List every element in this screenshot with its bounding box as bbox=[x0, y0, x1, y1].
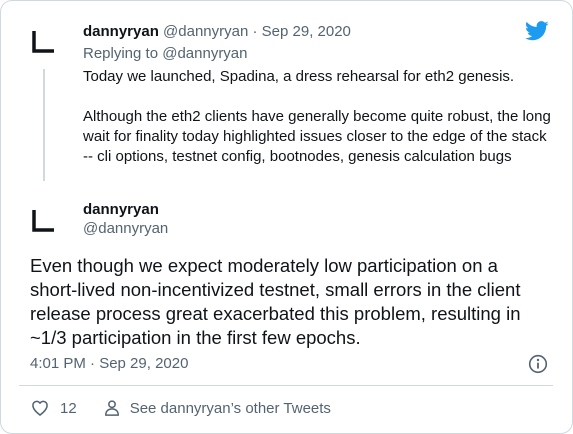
quoted-author-handle[interactable]: @dannyryan bbox=[163, 23, 248, 40]
replying-prefix: Replying to bbox=[83, 45, 159, 62]
see-other-tweets-label: See dannyryan’s other Tweets bbox=[129, 399, 331, 417]
tweet-text: Even though we expect moderately low par… bbox=[30, 255, 521, 348]
avatar-logo-icon bbox=[32, 31, 54, 53]
replying-mention-link[interactable]: @dannyryan bbox=[162, 45, 247, 62]
quoted-author-name[interactable]: dannyryan bbox=[83, 23, 159, 40]
like-count: 12 bbox=[60, 399, 77, 417]
separator-dot: · bbox=[252, 23, 258, 40]
quoted-tweet-date[interactable]: Sep 29, 2020 bbox=[262, 23, 351, 40]
divider bbox=[19, 385, 553, 386]
tweet-timestamp[interactable]: 4:01 PM · Sep 29, 2020 bbox=[30, 355, 188, 373]
author-name[interactable]: dannyryan bbox=[83, 201, 159, 219]
avatar-logo-icon bbox=[32, 210, 54, 232]
tweet-embed-card: dannyryan @dannyryan · Sep 29, 2020 Repl… bbox=[0, 0, 573, 434]
heart-icon bbox=[32, 400, 48, 416]
see-other-tweets-link[interactable]: See dannyryan’s other Tweets bbox=[102, 398, 331, 418]
quoted-tweet-header: dannyryan @dannyryan · Sep 29, 2020 bbox=[83, 23, 351, 41]
info-icon[interactable] bbox=[528, 354, 548, 374]
avatar[interactable] bbox=[21, 197, 67, 243]
quoted-tweet-text: Today we launched, Spadina, a dress rehe… bbox=[83, 67, 553, 167]
replying-to-line: Replying to @dannyryan bbox=[83, 45, 248, 63]
quoted-paragraph-2: Although the eth2 clients have generally… bbox=[83, 108, 551, 165]
quoted-paragraph-1: Today we launched, Spadina, a dress rehe… bbox=[83, 68, 515, 85]
author-handle[interactable]: @dannyryan bbox=[83, 220, 168, 238]
avatar[interactable] bbox=[21, 18, 67, 64]
person-icon bbox=[104, 400, 119, 416]
thread-connector-line bbox=[43, 69, 45, 181]
action-bar: 12 See dannyryan’s other Tweets bbox=[30, 398, 331, 418]
twitter-bird-icon[interactable] bbox=[525, 21, 549, 41]
like-button[interactable]: 12 bbox=[30, 398, 77, 418]
